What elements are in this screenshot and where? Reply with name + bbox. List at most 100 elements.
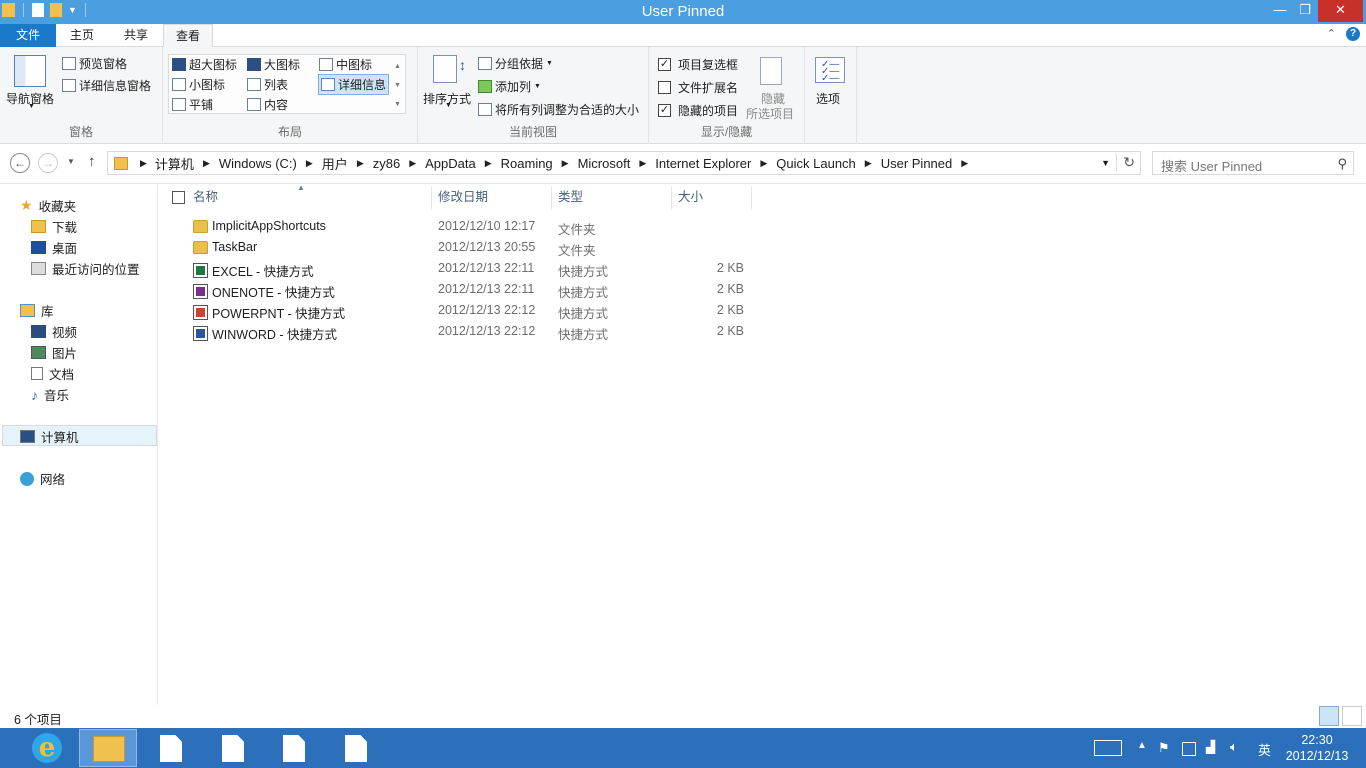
search-icon[interactable]: ⚲ — [1337, 156, 1347, 172]
layout-content[interactable]: 内容 — [247, 96, 288, 113]
column-size[interactable]: 大小 — [672, 186, 752, 209]
table-row[interactable]: POWERPNT - 快捷方式 2012/12/13 22:12 快捷方式 2 … — [160, 300, 760, 321]
tab-share[interactable]: 共享 — [110, 24, 162, 47]
taskbar-document-3[interactable] — [263, 729, 321, 767]
refresh-icon[interactable]: ↻ — [1116, 154, 1135, 171]
checkbox-checked[interactable]: ✓ — [658, 104, 671, 117]
table-row[interactable]: WINWORD - 快捷方式 2012/12/13 22:12 快捷方式 2 K… — [160, 321, 760, 342]
downloads-icon — [31, 220, 46, 233]
details-pane-button[interactable]: 详细信息窗格 — [62, 77, 151, 94]
breadcrumb-separator[interactable]: ▶ — [140, 158, 147, 169]
breadcrumb-windows-c[interactable]: Windows (C:) — [219, 156, 297, 171]
nav-computer[interactable]: 计算机 — [20, 427, 79, 446]
taskbar-document-2[interactable] — [202, 729, 260, 767]
ime-indicator[interactable]: 英 — [1258, 740, 1271, 759]
layout-list[interactable]: 列表 — [247, 76, 288, 93]
document-icon — [283, 735, 305, 762]
breadcrumb-internet-explorer[interactable]: Internet Explorer — [655, 156, 751, 171]
preview-pane-button[interactable]: 预览窗格 — [62, 55, 127, 72]
taskbar-file-explorer[interactable] — [79, 729, 137, 767]
layout-tiles[interactable]: 平铺 — [172, 96, 213, 113]
nav-pane-button[interactable]: 导航窗格 ▼ — [6, 53, 58, 111]
nav-music[interactable]: ♪ 音乐 — [31, 385, 69, 404]
layout-small-icons[interactable]: 小图标 — [172, 76, 225, 93]
search-box[interactable]: 搜索 User Pinned ⚲ — [1152, 151, 1354, 175]
tab-view[interactable]: 查看 — [163, 24, 213, 48]
size-columns-button[interactable]: 将所有列调整为合适的大小 — [478, 101, 639, 118]
nav-downloads[interactable]: 下载 — [31, 217, 77, 236]
checkbox-unchecked[interactable] — [658, 81, 671, 94]
volume-icon[interactable]: 🔈︎ — [1230, 739, 1238, 755]
details-view-button[interactable] — [1319, 706, 1339, 726]
documents-icon — [31, 367, 43, 380]
sort-arrows-icon: ↕ — [459, 57, 466, 73]
recent-locations-dropdown[interactable]: ▼ — [67, 157, 75, 166]
group-panes: 导航窗格 ▼ 预览窗格 详细信息窗格 窗格 — [0, 47, 163, 144]
nav-pictures[interactable]: 图片 — [31, 343, 77, 362]
table-row[interactable]: ImplicitAppShortcuts 2012/12/10 12:17 文件… — [160, 216, 760, 237]
nav-libraries[interactable]: 库 — [20, 301, 54, 320]
sort-by-button[interactable]: ↕ 排序方式 ▼ — [423, 53, 473, 113]
breadcrumb-zy86[interactable]: zy86 — [373, 156, 400, 171]
nav-favorites[interactable]: ★ 收藏夹 — [20, 196, 76, 215]
group-by-button[interactable]: 分组依据 ▼ — [478, 55, 553, 72]
hide-selected-button[interactable]: 隐藏 所选项目 — [746, 55, 800, 121]
chevron-up-icon[interactable]: ⌃ — [1327, 27, 1336, 41]
hidden-items-toggle[interactable]: ✓ 隐藏的项目 — [658, 102, 738, 119]
breadcrumb-roaming[interactable]: Roaming — [501, 156, 553, 171]
item-checkboxes-toggle[interactable]: ✓ 项目复选框 — [658, 56, 738, 73]
column-name[interactable]: 名称 — [187, 186, 432, 209]
show-hidden-icons[interactable]: ▲ — [1137, 740, 1147, 751]
nav-documents[interactable]: 文档 — [31, 364, 74, 383]
maximize-button[interactable]: ❐ — [1291, 0, 1319, 22]
breadcrumb-quick-launch[interactable]: Quick Launch — [776, 156, 856, 171]
column-date-modified[interactable]: 修改日期 — [432, 186, 552, 209]
select-all-checkbox[interactable] — [172, 191, 185, 204]
tab-file[interactable]: 文件 — [0, 24, 56, 47]
power-icon[interactable] — [1182, 742, 1196, 756]
flag-icon[interactable]: ⚑ — [1158, 740, 1170, 756]
close-button[interactable]: ✕ — [1318, 0, 1363, 22]
nav-network[interactable]: 网络 — [20, 469, 65, 488]
breadcrumb-user-pinned[interactable]: User Pinned — [881, 156, 953, 171]
clock[interactable]: 22:30 2012/12/13 — [1278, 732, 1356, 764]
gallery-scroll[interactable]: ▲ ▼ ▼ — [394, 57, 404, 114]
folder-icon — [193, 240, 208, 254]
nav-videos[interactable]: 视频 — [31, 322, 77, 341]
checkbox-checked[interactable]: ✓ — [658, 58, 671, 71]
address-dropdown-icon[interactable]: ▼ — [1101, 158, 1110, 168]
layout-medium-icons[interactable]: 中图标 — [319, 56, 372, 73]
taskbar-document-4[interactable] — [325, 729, 383, 767]
breadcrumb-microsoft[interactable]: Microsoft — [578, 156, 631, 171]
add-columns-button[interactable]: 添加列 ▼ — [478, 78, 541, 95]
breadcrumb-computer[interactable]: 计算机 — [155, 154, 194, 173]
taskbar-internet-explorer[interactable]: e — [16, 729, 74, 767]
nav-desktop[interactable]: 桌面 — [31, 238, 77, 257]
taskbar-document-1[interactable] — [140, 729, 198, 767]
column-type[interactable]: 类型 — [552, 186, 672, 209]
tab-home[interactable]: 主页 — [56, 24, 108, 47]
large-icons-view-button[interactable] — [1342, 706, 1362, 726]
network-signal-icon[interactable]: ▟ — [1206, 740, 1215, 754]
help-icon[interactable]: ? — [1346, 27, 1360, 41]
breadcrumb-users[interactable]: 用户 — [322, 154, 348, 173]
group-label: 窗格 — [68, 125, 93, 139]
file-extensions-toggle[interactable]: 文件扩展名 — [658, 79, 738, 96]
group-options: ✓— ✓— ✓— 选项 — [805, 47, 857, 144]
back-button[interactable]: ← — [10, 153, 30, 173]
address-bar[interactable]: ▶ 计算机 ▶ Windows (C:) ▶ 用户 ▶ zy86 ▶ AppData ▶ … — [107, 151, 1141, 175]
forward-button[interactable]: → — [38, 153, 58, 173]
nav-recent-places[interactable]: 最近访问的位置 — [31, 259, 140, 278]
layout-large-icons[interactable]: 大图标 — [247, 56, 300, 73]
options-button[interactable]: ✓— ✓— ✓— 选项 — [811, 55, 853, 110]
touch-keyboard-icon[interactable] — [1094, 728, 1124, 768]
layout-extra-large-icons[interactable]: 超大图标 — [172, 56, 237, 73]
up-button[interactable]: ↑ — [88, 153, 96, 170]
ribbon-tabs: 文件 主页 共享 查看 ⌃ ? — [0, 24, 1366, 48]
table-row[interactable]: EXCEL - 快捷方式 2012/12/13 22:11 快捷方式 2 KB — [160, 258, 760, 279]
minimize-button[interactable]: — — [1266, 0, 1294, 22]
layout-details[interactable]: 详细信息 — [318, 74, 390, 95]
table-row[interactable]: ONENOTE - 快捷方式 2012/12/13 22:11 快捷方式 2 K… — [160, 279, 760, 300]
table-row[interactable]: TaskBar 2012/12/13 20:55 文件夹 — [160, 237, 760, 258]
breadcrumb-appdata[interactable]: AppData — [425, 156, 476, 171]
